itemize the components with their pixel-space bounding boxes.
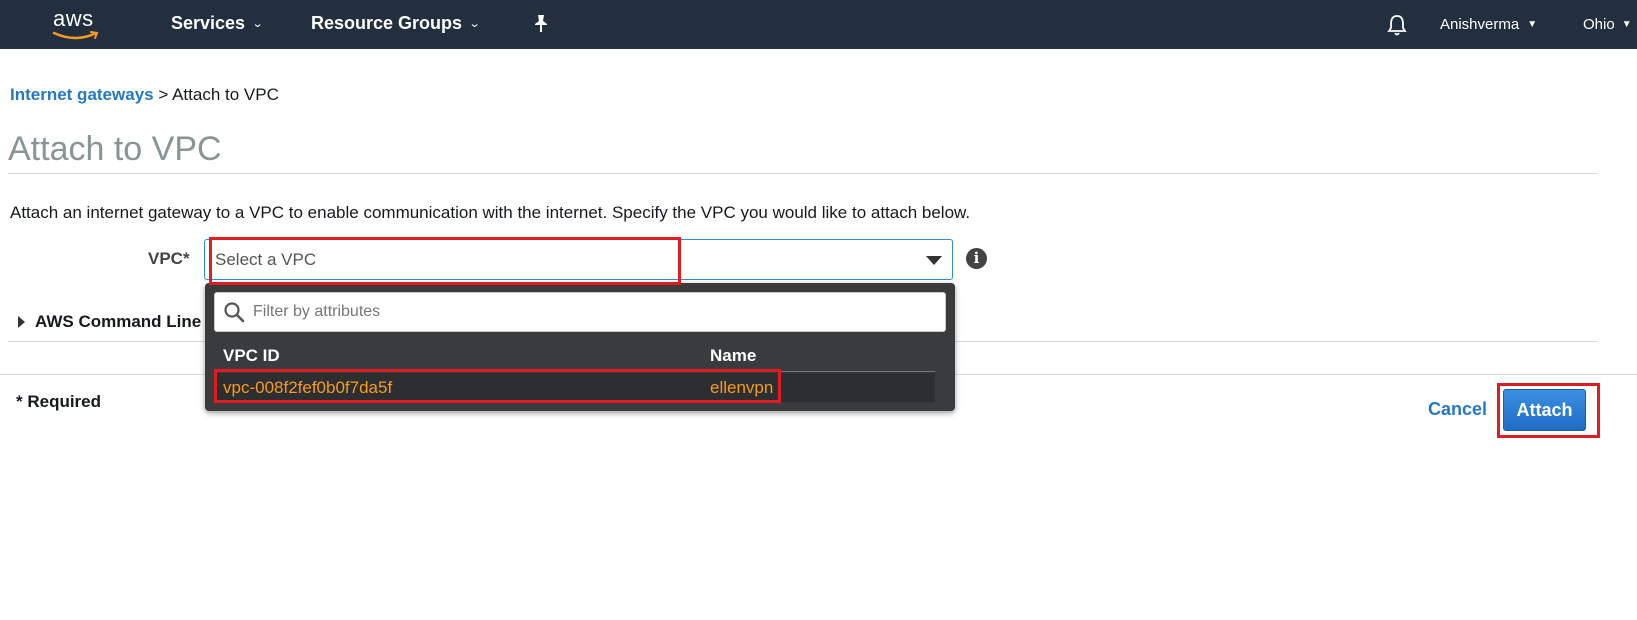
chevron-down-icon: ⌄ (251, 18, 264, 30)
services-label: Services (171, 13, 246, 33)
region-menu[interactable]: Ohio ▼ (1583, 16, 1632, 33)
region-name: Ohio (1583, 16, 1615, 33)
aws-cli-expander[interactable]: AWS Command Line (18, 312, 201, 332)
required-note: * Required (16, 392, 102, 411)
bell-icon[interactable] (1386, 13, 1408, 37)
resource-groups-label: Resource Groups (311, 13, 463, 33)
column-header-vpc-id: VPC ID (223, 346, 280, 365)
column-header-name: Name (710, 346, 757, 365)
page-description: Attach an internet gateway to a VPC to e… (10, 203, 971, 222)
chevron-down-icon: ⌄ (468, 18, 481, 30)
aws-logo-text: aws (53, 6, 94, 31)
caret-down-icon: ▼ (1621, 19, 1632, 30)
top-navigation-bar: aws Services ⌄ Resource Groups ⌄ Anishve… (0, 0, 1637, 49)
annotation-box-vpc-select (209, 237, 681, 285)
user-menu[interactable]: Anishverma ▼ (1440, 16, 1537, 33)
filter-input[interactable]: Filter by attributes (214, 292, 946, 332)
caret-right-icon (18, 316, 25, 328)
divider (8, 173, 1597, 174)
info-icon[interactable]: i (966, 248, 987, 269)
annotation-box-attach-button (1497, 383, 1600, 438)
pin-icon[interactable] (532, 14, 550, 34)
aws-logo[interactable]: aws (52, 6, 102, 42)
caret-down-icon: ▼ (1527, 19, 1538, 30)
page-title: Attach to VPC (8, 130, 222, 168)
caret-down-icon (926, 256, 942, 265)
aws-cli-label: AWS Command Line (35, 312, 202, 331)
services-menu[interactable]: Services ⌄ (171, 13, 264, 34)
breadcrumb-current: Attach to VPC (172, 85, 279, 104)
resource-groups-menu[interactable]: Resource Groups ⌄ (311, 13, 481, 34)
aws-smile-icon (52, 31, 99, 40)
user-name: Anishverma (1440, 16, 1520, 33)
annotation-box-vpc-option (214, 369, 781, 403)
filter-placeholder: Filter by attributes (253, 303, 381, 320)
search-icon (224, 302, 245, 323)
cancel-button[interactable]: Cancel (1428, 399, 1487, 420)
breadcrumb: Internet gateways > Attach to VPC (10, 85, 279, 105)
breadcrumb-separator: > (158, 85, 169, 104)
breadcrumb-internet-gateways[interactable]: Internet gateways (10, 85, 154, 104)
vpc-label: VPC* (148, 249, 190, 268)
